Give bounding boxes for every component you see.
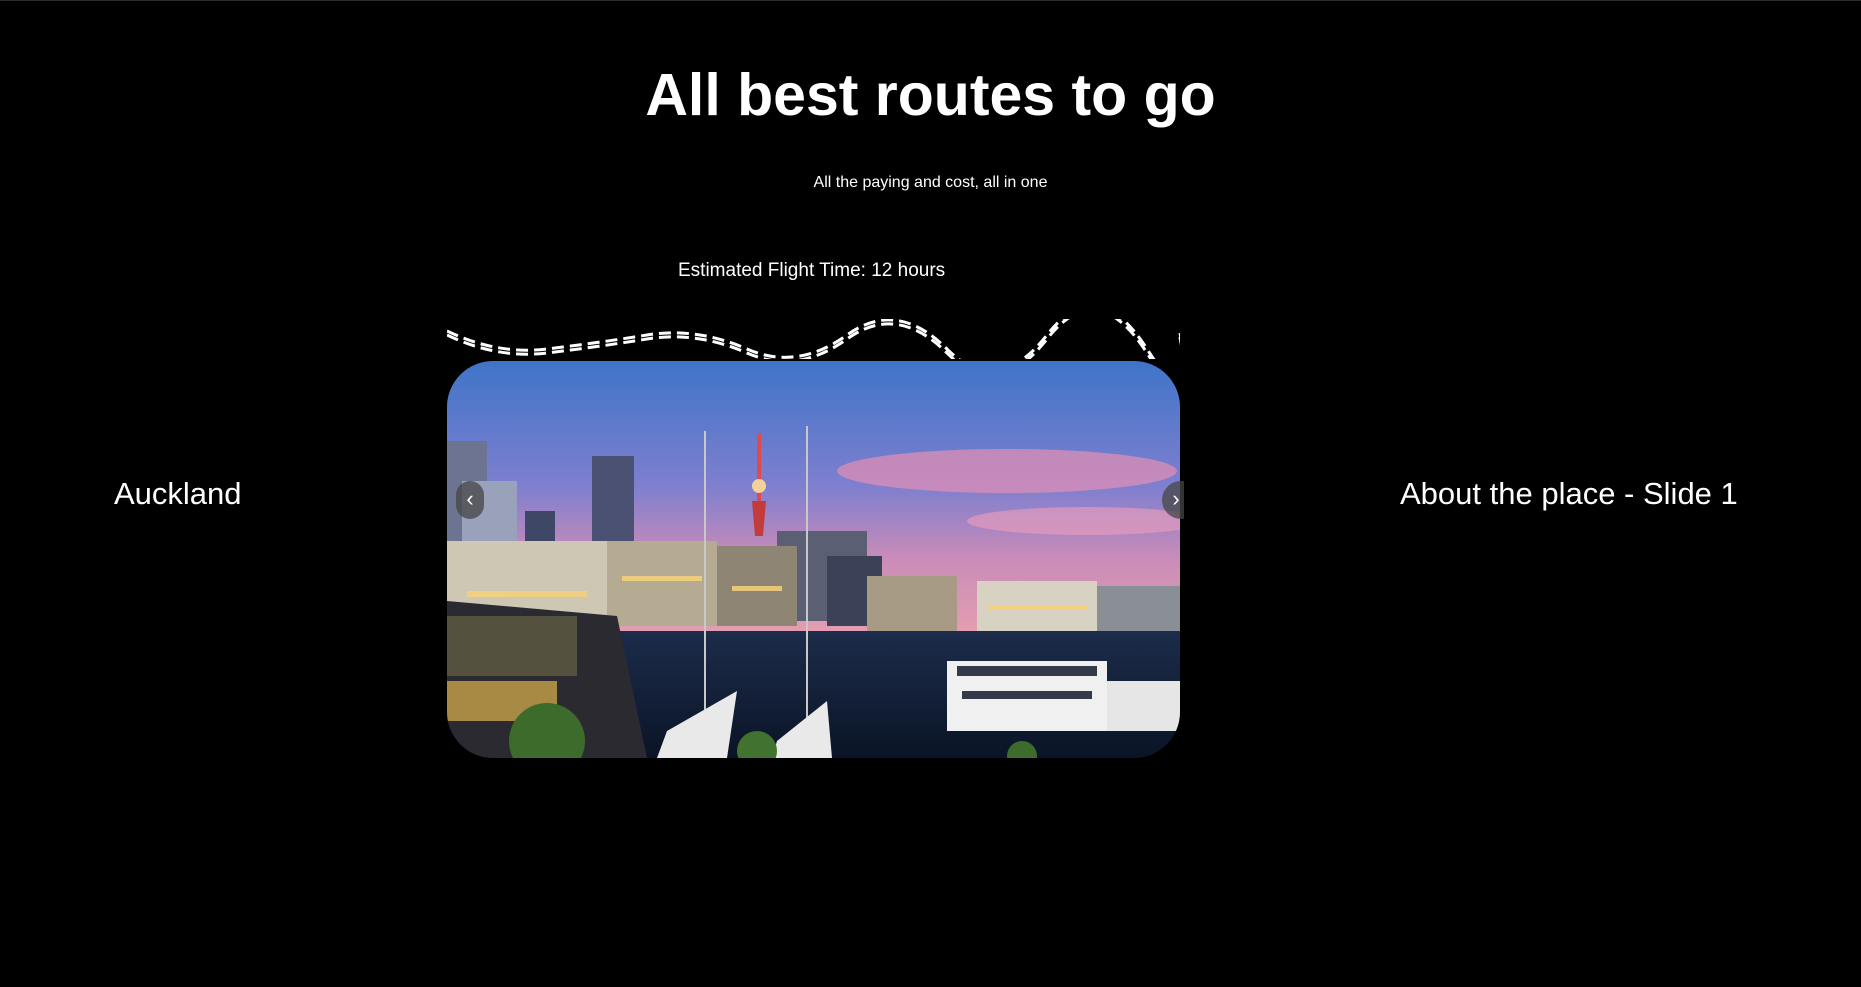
carousel-prev-button[interactable]: ‹ (456, 481, 484, 519)
image-carousel[interactable] (447, 361, 1180, 758)
auckland-photo (447, 361, 1180, 758)
page-subtitle: All the paying and cost, all in one (813, 174, 1048, 191)
destination-city: Auckland (114, 476, 242, 511)
about-place-label: About the place - Slide 1 (1400, 476, 1738, 511)
flight-time-label: Estimated Flight Time: 12 hours (678, 260, 946, 281)
page-title: All best routes to go (645, 62, 1216, 128)
flight-route-wave (447, 319, 1180, 359)
page: All best routes to go All the paying and… (0, 0, 1861, 987)
